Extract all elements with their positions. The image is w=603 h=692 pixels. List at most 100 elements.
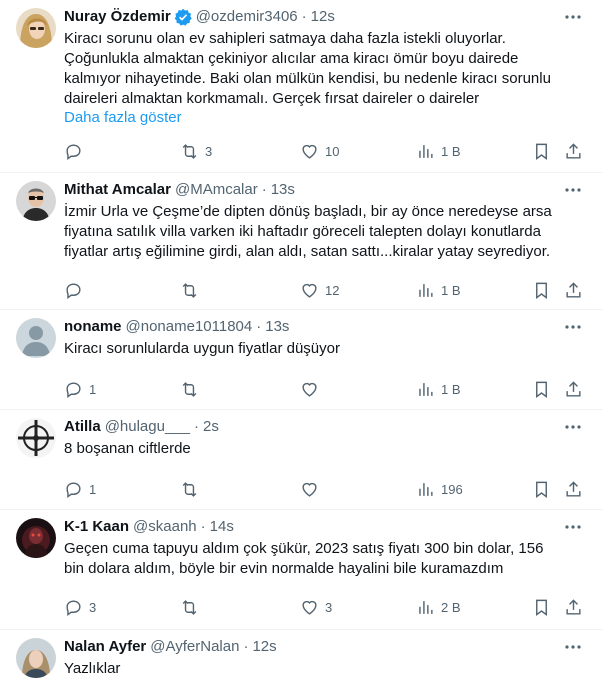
bookmark-button[interactable] [526,590,557,624]
views-button[interactable]: 196 [408,472,463,506]
retweet-button[interactable] [172,273,205,307]
reply-button[interactable] [56,134,89,168]
retweet-button[interactable] [172,472,205,506]
like-button[interactable] [292,472,325,506]
timestamp[interactable]: 2s [203,417,219,437]
analytics-icon [419,144,433,158]
bookmark-icon [536,599,547,616]
author-handle[interactable]: @noname1011804 [126,317,253,337]
reply-button[interactable] [56,273,89,307]
view-count: 2 B [441,599,461,615]
avatar[interactable] [16,638,56,678]
tweet[interactable]: Atilla @hulagu___ · 2s 8 boşanan ciftler… [0,410,603,510]
bookmark-button[interactable] [526,372,557,406]
avatar[interactable] [16,181,56,221]
bookmark-button[interactable] [526,134,557,168]
retweet-icon [182,599,197,615]
author-handle[interactable]: @skaanh [133,517,197,537]
separator-dot: · [301,8,307,25]
author-name[interactable]: Atilla [64,417,101,437]
share-button[interactable] [558,590,589,624]
more-options-icon[interactable] [563,9,583,25]
reply-button[interactable]: 1 [56,472,96,506]
author-name[interactable]: Mithat Amcalar [64,180,171,200]
tweet[interactable]: noname @noname1011804 · 13s Kiracı sorun… [0,310,603,410]
share-button[interactable] [558,472,589,506]
tweet-actions: 12 1 B [56,273,589,307]
views-button[interactable]: 1 B [408,134,461,168]
retweet-button[interactable] [172,372,205,406]
timestamp[interactable]: 13s [265,317,289,337]
author-name[interactable]: Nalan Ayfer [64,637,146,657]
bookmark-icon [536,143,547,160]
retweet-button[interactable]: 3 [172,134,212,168]
timestamp[interactable]: 12s [252,637,276,657]
reply-count: 1 [89,381,97,397]
reply-icon [66,599,81,616]
separator-dot: · [261,181,267,198]
share-button[interactable] [558,273,589,307]
reply-icon [66,481,81,498]
like-button[interactable]: 3 [292,590,332,624]
show-more-link[interactable]: Daha fazla göster [64,108,182,128]
like-button[interactable]: 12 [292,273,339,307]
retweet-icon [182,381,197,397]
tweet[interactable]: Mithat Amcalar @MAmcalar · 13s İzmir Url… [0,173,603,310]
author-handle[interactable]: @MAmcalar [175,180,258,200]
avatar[interactable] [16,318,56,358]
views-button[interactable]: 1 B [408,273,461,307]
like-button[interactable]: 10 [292,134,339,168]
bookmark-icon [536,481,547,498]
author-handle[interactable]: @AyferNalan [150,637,239,657]
author-name[interactable]: Nuray Özdemir [64,7,171,27]
author-name[interactable]: K-1 Kaan [64,517,129,537]
tweet-header: Mithat Amcalar @MAmcalar · 13s [64,180,563,200]
tweet-text: 8 boşanan ciftlerde [64,440,191,457]
separator-dot: · [200,518,206,535]
bookmark-button[interactable] [526,273,557,307]
reply-button[interactable]: 1 [56,372,96,406]
retweet-icon [182,481,197,497]
views-button[interactable]: 2 B [408,590,461,624]
tweet-header: K-1 Kaan @skaanh · 14s [64,517,563,537]
more-options-icon[interactable] [563,519,583,535]
more-options-icon[interactable] [563,419,583,435]
tweet-actions: 3 3 2 B [56,590,589,624]
timestamp[interactable]: 14s [210,517,234,537]
more-options-icon[interactable] [563,319,583,335]
bookmark-button[interactable] [526,472,557,506]
tweet-feed: Nuray Özdemir @ozdemir3406 · 12s Kiracı … [0,0,603,692]
like-count: 3 [325,599,333,615]
like-button[interactable] [292,372,325,406]
author-handle[interactable]: @ozdemir3406 [196,7,298,27]
tweet-header: Nalan Ayfer @AyferNalan · 12s [64,637,563,657]
share-icon [566,598,581,615]
share-button[interactable] [558,372,589,406]
heart-icon [302,482,317,497]
tweet[interactable]: Nalan Ayfer @AyferNalan · 12s Yazlıklar [0,630,603,692]
like-count: 12 [325,282,340,298]
avatar[interactable] [16,8,56,48]
bookmark-icon [536,381,547,398]
author-handle[interactable]: @hulagu___ [105,417,190,437]
retweet-icon [182,282,197,298]
retweet-button[interactable] [172,590,205,624]
reply-count: 3 [89,599,97,615]
timestamp[interactable]: 12s [311,7,335,27]
timestamp[interactable]: 13s [271,180,295,200]
heart-icon [302,600,317,615]
author-name[interactable]: noname [64,317,122,337]
avatar[interactable] [16,518,56,558]
avatar[interactable] [16,418,56,458]
reply-button[interactable]: 3 [56,590,96,624]
share-icon [566,380,581,397]
views-button[interactable]: 1 B [408,372,461,406]
tweet[interactable]: K-1 Kaan @skaanh · 14s Geçen cuma tapuyu… [0,510,603,630]
more-options-icon[interactable] [563,639,583,655]
tweet[interactable]: Nuray Özdemir @ozdemir3406 · 12s Kiracı … [0,0,603,173]
separator-dot: · [194,418,199,435]
reply-count: 1 [89,481,97,497]
more-options-icon[interactable] [563,182,583,198]
tweet-text: Geçen cuma tapuyu aldım çok şükür, 2023 … [64,540,544,577]
share-button[interactable] [558,134,589,168]
